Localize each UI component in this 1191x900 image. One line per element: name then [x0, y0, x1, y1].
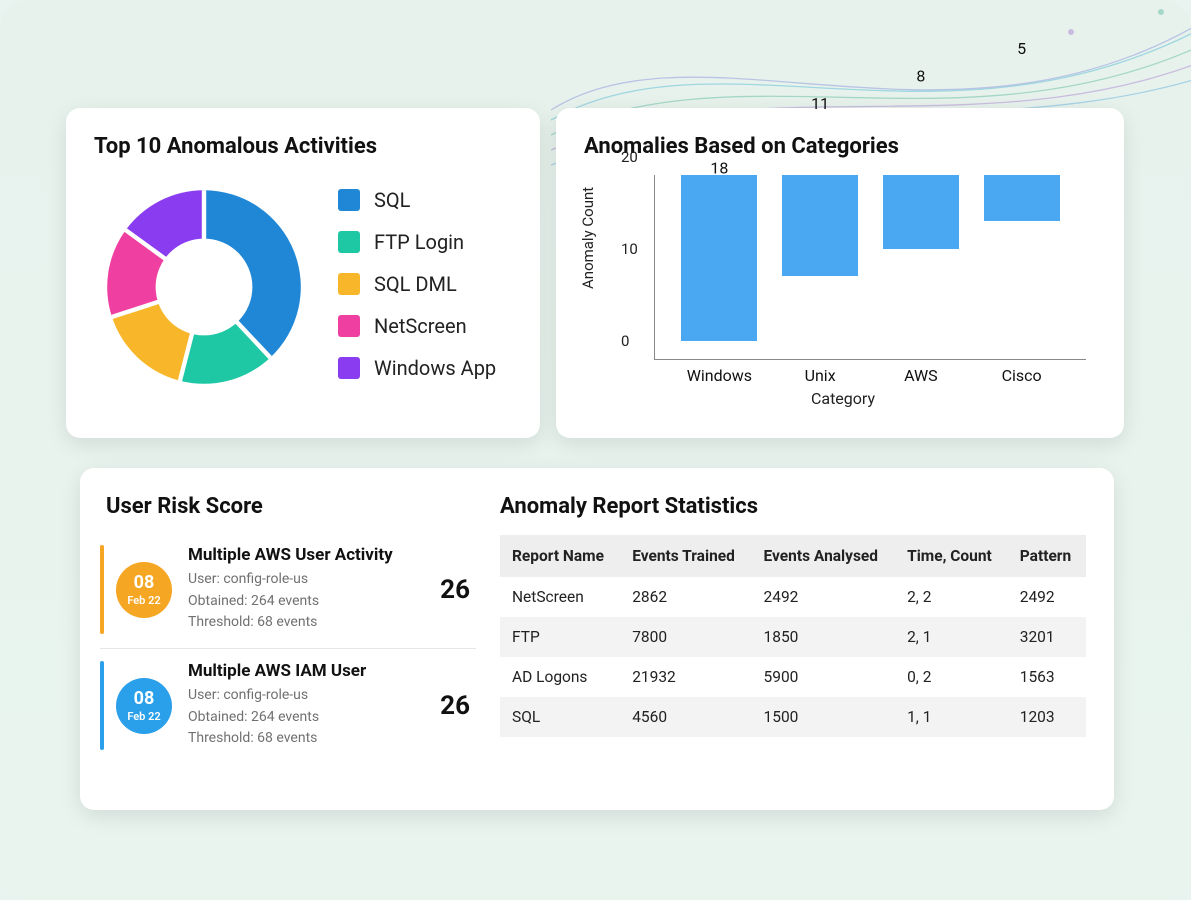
legend-label: SQL DML [374, 272, 457, 296]
table-cell: 21932 [620, 657, 751, 697]
table-cell: 1563 [1008, 657, 1086, 697]
legend-label: FTP Login [374, 230, 464, 254]
risk-threshold: Threshold: 68 events [188, 612, 432, 634]
panel-title: User Risk Score [106, 494, 476, 519]
bar-ylabel: Anomaly Count [579, 186, 597, 288]
bar-rect [782, 175, 858, 276]
legend-swatch [338, 231, 360, 253]
table-cell: 0, 2 [895, 657, 1008, 697]
table-cell: 1500 [752, 697, 896, 737]
table-cell: 1850 [752, 617, 896, 657]
badge-month: Feb 22 [127, 595, 160, 606]
legend-label: Windows App [374, 356, 496, 380]
bar-chart: Anomaly Count 0102018Windows11Unix8AWS5C… [590, 171, 1096, 406]
risk-threshold: Threshold: 68 events [188, 728, 432, 750]
table-cell: SQL [500, 697, 620, 737]
bar-col: 18Windows [681, 175, 757, 359]
anomalous-activities-donut [94, 177, 314, 397]
table-cell: 4560 [620, 697, 751, 737]
legend-item: Windows App [338, 356, 496, 380]
risk-accent [100, 545, 104, 634]
risk-accent [100, 661, 104, 750]
table-header: Pattern [1008, 535, 1086, 577]
table-cell: NetScreen [500, 577, 620, 617]
table-cell: FTP [500, 617, 620, 657]
table-cell: 3201 [1008, 617, 1086, 657]
risk-user: User: config-role-us [188, 685, 432, 707]
risk-obtained: Obtained: 264 events [188, 707, 432, 729]
anomalous-activities-card: Top 10 Anomalous Activities SQL FTP Login… [66, 108, 540, 438]
table-cell: 2492 [1008, 577, 1086, 617]
risk-item[interactable]: 08 Feb 22 Multiple AWS IAM User User: confi… [100, 648, 476, 764]
bar-ytick: 20 [621, 148, 638, 166]
table-cell: 2862 [620, 577, 751, 617]
table-row: NetScreen286224922, 22492 [500, 577, 1086, 617]
bar-value: 5 [1017, 39, 1026, 175]
card-title: Top 10 Anomalous Activities [94, 134, 512, 159]
donut-legend: SQL FTP Login SQL DML NetScreen Windows App [338, 188, 496, 380]
bar-xlabel: Category [590, 389, 1096, 408]
panel-title: Anomaly Report Statistics [500, 494, 1086, 519]
table-header: Events Trained [620, 535, 751, 577]
anomalies-categories-card: Anomalies Based on Categories Anomaly Co… [556, 108, 1124, 438]
risk-title: Multiple AWS IAM User [188, 661, 432, 681]
legend-swatch [338, 315, 360, 337]
legend-swatch [338, 273, 360, 295]
bar-value: 11 [811, 94, 829, 175]
risk-obtained: Obtained: 264 events [188, 591, 432, 613]
table-cell: 2, 1 [895, 617, 1008, 657]
legend-label: NetScreen [374, 314, 467, 338]
legend-item: SQL [338, 188, 496, 212]
legend-item: FTP Login [338, 230, 496, 254]
bar-rect [883, 175, 959, 249]
anomaly-report-statistics-panel: Anomaly Report Statistics Report NameEve… [500, 494, 1086, 790]
risk-score: 26 [440, 691, 470, 721]
badge-month: Feb 22 [127, 711, 160, 722]
bottom-card: User Risk Score 08 Feb 22 Multiple AWS Use… [80, 468, 1114, 810]
bar-category-label: Unix [805, 366, 836, 385]
bar-col: 5Cisco [984, 175, 1060, 359]
user-risk-score-panel: User Risk Score 08 Feb 22 Multiple AWS Use… [100, 494, 476, 790]
table-header: Report Name [500, 535, 620, 577]
bar-rect [681, 175, 757, 341]
legend-item: NetScreen [338, 314, 496, 338]
stats-table: Report NameEvents TrainedEvents Analysed… [500, 535, 1086, 737]
table-cell: AD Logons [500, 657, 620, 697]
legend-swatch [338, 189, 360, 211]
table-cell: 2492 [752, 577, 896, 617]
bar-category-label: Cisco [1002, 366, 1042, 385]
table-cell: 2, 2 [895, 577, 1008, 617]
table-cell: 1203 [1008, 697, 1086, 737]
bar-category-label: AWS [904, 366, 938, 385]
bar-ytick: 10 [621, 240, 638, 258]
table-row: AD Logons2193259000, 21563 [500, 657, 1086, 697]
bar-value: 8 [916, 67, 925, 175]
bar-category-label: Windows [687, 366, 752, 385]
risk-title: Multiple AWS User Activity [188, 545, 432, 565]
table-header: Events Analysed [752, 535, 896, 577]
date-badge: 08 Feb 22 [116, 562, 172, 618]
bar-rect [984, 175, 1060, 221]
legend-label: SQL [374, 188, 410, 212]
legend-item: SQL DML [338, 272, 496, 296]
table-row: SQL456015001, 11203 [500, 697, 1086, 737]
risk-user: User: config-role-us [188, 569, 432, 591]
bar-ytick: 0 [621, 332, 629, 350]
risk-item[interactable]: 08 Feb 22 Multiple AWS User Activity User: … [100, 533, 476, 648]
table-row: FTP780018502, 13201 [500, 617, 1086, 657]
risk-score: 26 [440, 575, 470, 605]
legend-swatch [338, 357, 360, 379]
table-cell: 5900 [752, 657, 896, 697]
table-cell: 1, 1 [895, 697, 1008, 737]
badge-day: 08 [134, 574, 155, 592]
bar-col: 8AWS [883, 175, 959, 359]
table-cell: 7800 [620, 617, 751, 657]
table-header: Time, Count [895, 535, 1008, 577]
badge-day: 08 [134, 690, 155, 708]
date-badge: 08 Feb 22 [116, 678, 172, 734]
bar-value: 18 [710, 159, 728, 175]
bar-col: 11Unix [782, 175, 858, 359]
